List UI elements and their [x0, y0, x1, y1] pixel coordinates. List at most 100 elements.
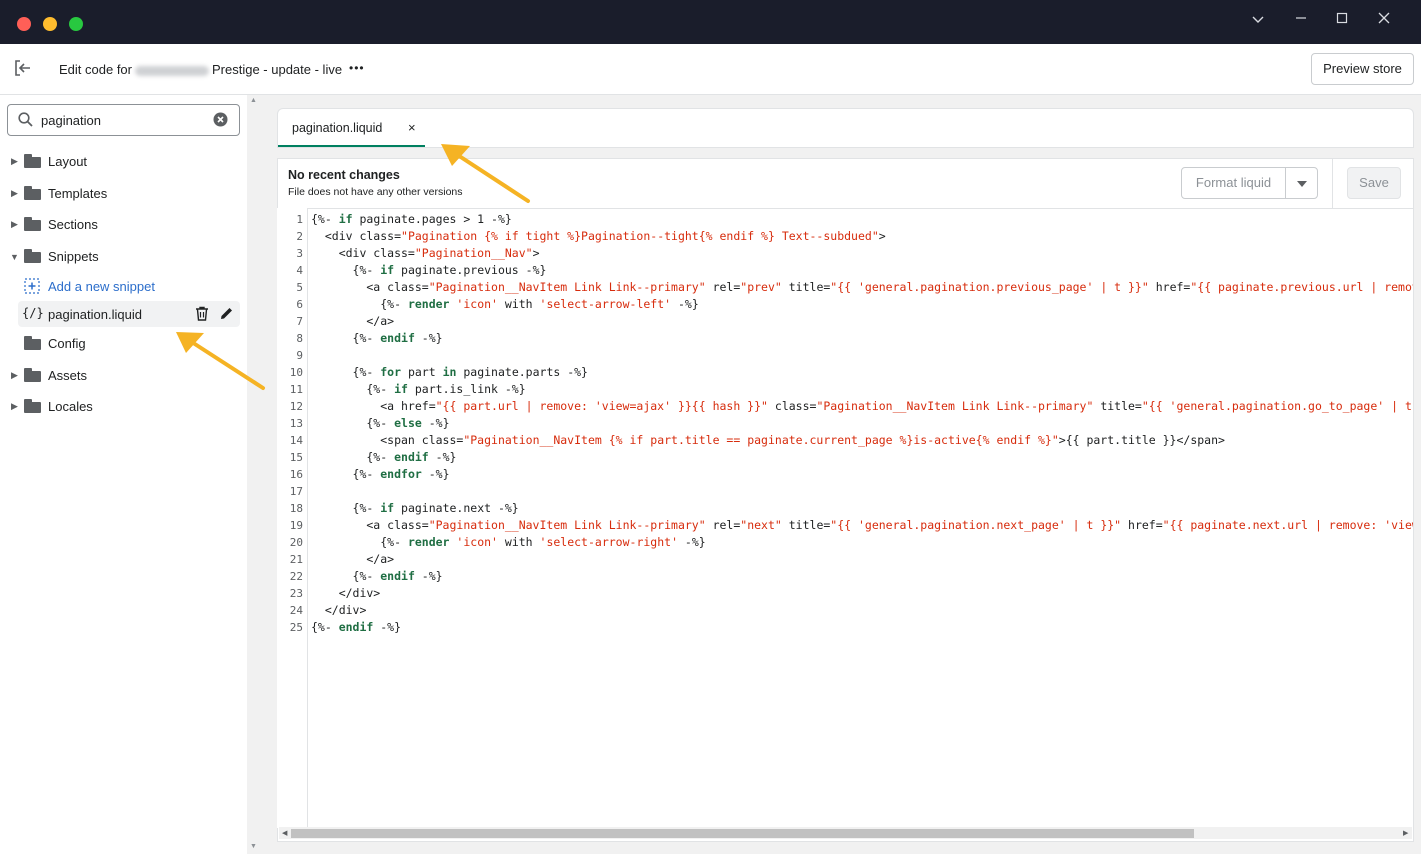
- folder-icon: [24, 217, 41, 231]
- code-line[interactable]: [311, 483, 1413, 500]
- line-number: 23: [289, 587, 303, 600]
- code-line[interactable]: {%- for part in paginate.parts -%}: [311, 364, 1413, 381]
- code-line[interactable]: <a class="Pagination__NavItem Link Link-…: [311, 279, 1413, 296]
- folder-icon: [24, 154, 41, 168]
- clear-search-icon[interactable]: [213, 112, 228, 130]
- file-item-pagination[interactable]: {/} pagination.liquid: [18, 301, 240, 327]
- status-title: No recent changes: [288, 168, 400, 182]
- tab-pagination-liquid[interactable]: pagination.liquid ×: [278, 109, 425, 147]
- line-number: 11: [289, 383, 303, 396]
- delete-icon[interactable]: [195, 306, 209, 324]
- rename-pencil-icon[interactable]: [219, 306, 234, 324]
- close-icon[interactable]: [1374, 10, 1394, 30]
- code-line[interactable]: <div class="Pagination {% if tight %}Pag…: [311, 228, 1413, 245]
- line-number: 2: [296, 230, 303, 243]
- sidebar-scrollbar[interactable]: ▲ ▼: [247, 95, 261, 854]
- code-line[interactable]: {%- if paginate.next -%}: [311, 500, 1413, 517]
- code-line[interactable]: {%- endfor -%}: [311, 466, 1413, 483]
- folder-sections[interactable]: ▶ Sections: [0, 213, 247, 237]
- code-line[interactable]: {%- render 'icon' with 'select-arrow-rig…: [311, 534, 1413, 551]
- minimize-icon[interactable]: [1291, 10, 1311, 30]
- title-prefix: Edit code for: [59, 62, 132, 77]
- line-number: 25: [289, 621, 303, 634]
- line-number: 4: [296, 264, 303, 277]
- code-line[interactable]: {%- endif -%}: [311, 449, 1413, 466]
- line-number: 7: [296, 315, 303, 328]
- folder-snippets[interactable]: ▼ Snippets: [0, 245, 247, 269]
- folder-label: Assets: [48, 368, 88, 383]
- scrollbar-thumb[interactable]: [291, 829, 1194, 838]
- line-number: 21: [289, 553, 303, 566]
- code-area[interactable]: {%- if paginate.pages > 1 -%} <div class…: [311, 211, 1413, 823]
- folder-assets[interactable]: ▶ Assets: [0, 364, 247, 388]
- code-line[interactable]: [311, 347, 1413, 364]
- code-line[interactable]: <a class="Pagination__NavItem Link Link-…: [311, 517, 1413, 534]
- folder-layout[interactable]: ▶ Layout: [0, 150, 247, 174]
- save-button[interactable]: Save: [1347, 167, 1401, 199]
- code-line[interactable]: {%- if part.is_link -%}: [311, 381, 1413, 398]
- file-search-box: [7, 104, 240, 136]
- line-number: 14: [289, 434, 303, 447]
- code-line[interactable]: </a>: [311, 551, 1413, 568]
- folder-label: Snippets: [48, 249, 99, 264]
- folder-label: Templates: [48, 186, 108, 201]
- code-line[interactable]: </div>: [311, 585, 1413, 602]
- caret-down-icon: [1297, 181, 1307, 187]
- editor-header: Edit code for Prestige - update - live ••…: [0, 44, 1421, 95]
- editor-toolbar: No recent changes File does not have any…: [278, 159, 1413, 209]
- code-line[interactable]: {%- endif -%}: [311, 619, 1413, 636]
- code-line[interactable]: <a href="{{ part.url | remove: 'view=aja…: [311, 398, 1413, 415]
- close-window-dot[interactable]: [17, 17, 31, 31]
- format-options-button[interactable]: [1285, 167, 1318, 199]
- format-liquid-button[interactable]: Format liquid: [1181, 167, 1286, 199]
- code-line[interactable]: </div>: [311, 602, 1413, 619]
- line-number: 6: [296, 298, 303, 311]
- code-line[interactable]: {%- if paginate.pages > 1 -%}: [311, 211, 1413, 228]
- more-actions-button[interactable]: •••: [349, 61, 365, 75]
- search-icon: [18, 112, 33, 130]
- minimize-window-dot[interactable]: [43, 17, 57, 31]
- folder-templates[interactable]: ▶ Templates: [0, 182, 247, 206]
- caret-right-icon: ▶: [11, 156, 18, 166]
- code-line[interactable]: <div class="Pagination__Nav">: [311, 245, 1413, 262]
- folder-config[interactable]: Config: [0, 332, 247, 356]
- folder-locales[interactable]: ▶ Locales: [0, 395, 247, 419]
- tab-close-icon[interactable]: ×: [408, 120, 416, 135]
- code-line[interactable]: {%- render 'icon' with 'select-arrow-lef…: [311, 296, 1413, 313]
- line-number: 24: [289, 604, 303, 617]
- line-number: 19: [289, 519, 303, 532]
- folder-icon: [24, 368, 41, 382]
- folder-label: Sections: [48, 217, 98, 232]
- folder-label: Locales: [48, 399, 93, 414]
- folder-icon: [24, 249, 41, 263]
- code-line[interactable]: </a>: [311, 313, 1413, 330]
- preview-store-button[interactable]: Preview store: [1311, 53, 1414, 85]
- line-number: 16: [289, 468, 303, 481]
- code-line[interactable]: {%- if paginate.previous -%}: [311, 262, 1413, 279]
- window-titlebar: [0, 0, 1421, 44]
- file-name: pagination.liquid: [48, 307, 142, 322]
- code-line[interactable]: <span class="Pagination__NavItem {% if p…: [311, 432, 1413, 449]
- chevron-down-icon[interactable]: [1248, 10, 1268, 30]
- file-sidebar: [0, 95, 247, 854]
- caret-right-icon: ▶: [11, 370, 18, 380]
- tab-label: pagination.liquid: [292, 121, 383, 135]
- folder-label: Config: [48, 336, 86, 351]
- code-horizontal-scrollbar[interactable]: ◀ ▶: [279, 827, 1412, 839]
- folder-icon: [24, 336, 41, 350]
- code-line[interactable]: {%- else -%}: [311, 415, 1413, 432]
- line-number: 12: [289, 400, 303, 413]
- caret-down-icon: ▼: [10, 252, 19, 262]
- caret-right-icon: ▶: [11, 401, 18, 411]
- search-input[interactable]: [41, 110, 201, 130]
- folder-label: Layout: [48, 154, 88, 169]
- exit-icon[interactable]: [14, 60, 34, 78]
- maximize-window-dot[interactable]: [69, 17, 83, 31]
- maximize-icon[interactable]: [1332, 10, 1352, 30]
- line-number: 10: [289, 366, 303, 379]
- code-line[interactable]: {%- endif -%}: [311, 330, 1413, 347]
- add-snippet-link[interactable]: Add a new snippet: [0, 275, 247, 299]
- line-number: 9: [296, 349, 303, 362]
- code-line[interactable]: {%- endif -%}: [311, 568, 1413, 585]
- page-title: Edit code for Prestige - update - live: [59, 62, 342, 77]
